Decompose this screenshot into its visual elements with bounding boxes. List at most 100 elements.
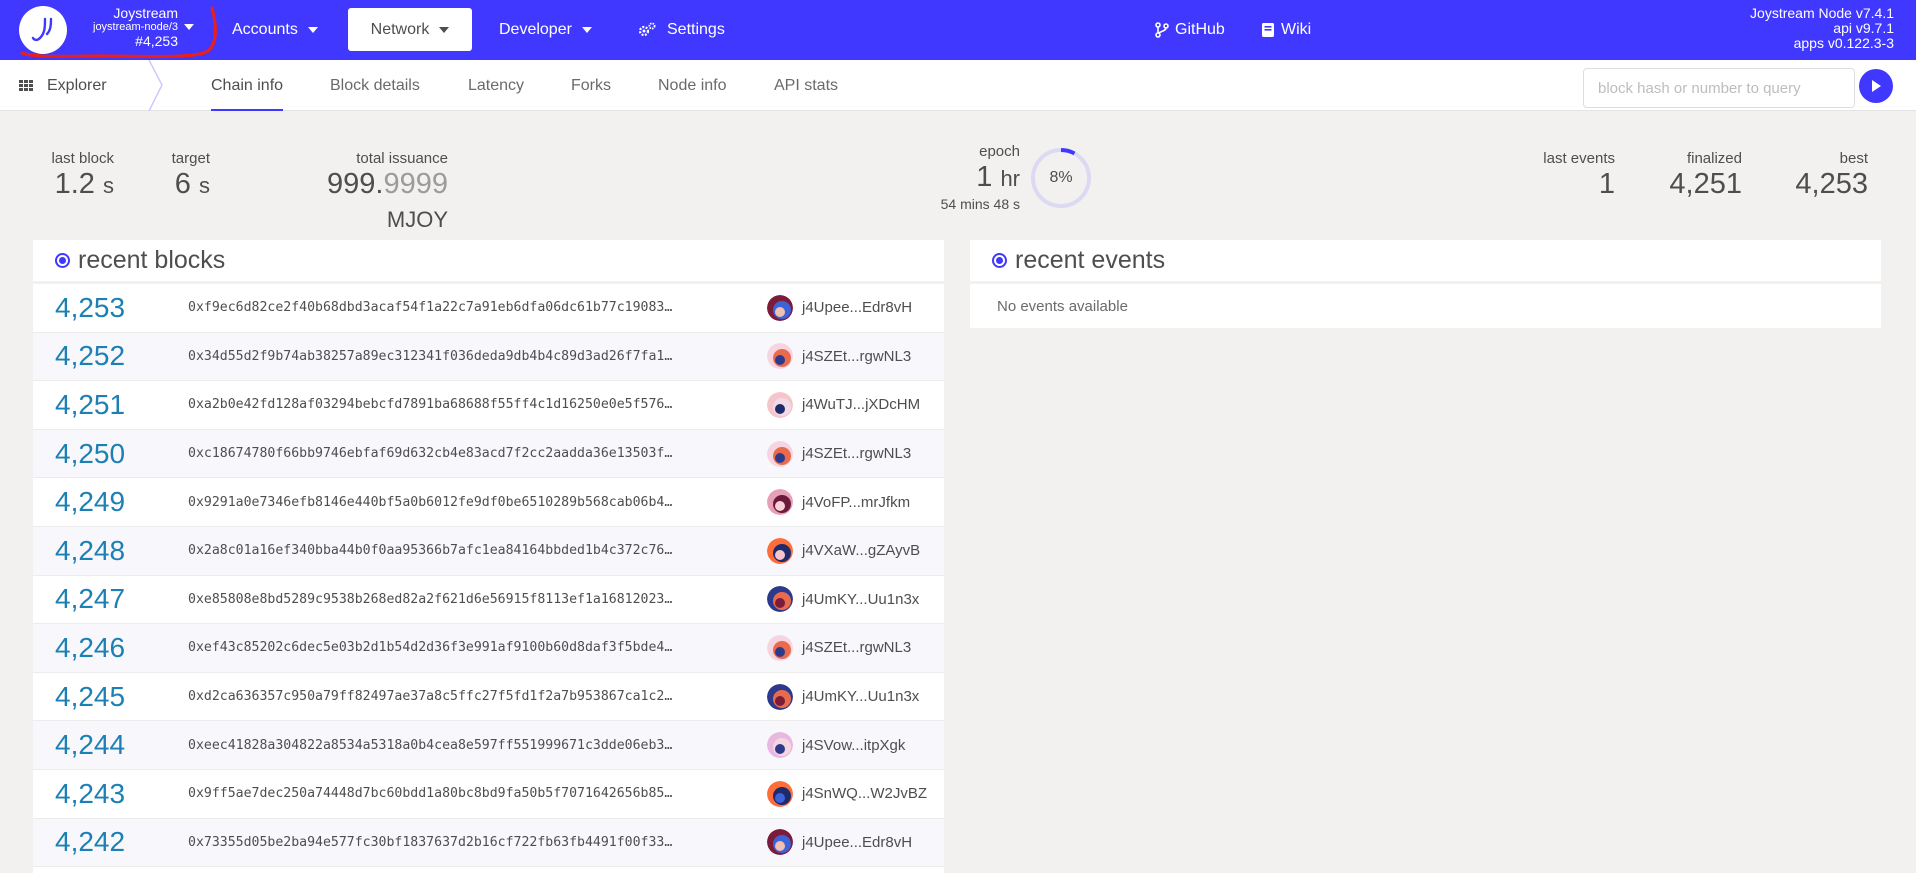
block-author[interactable]: j4UmKY...Uu1n3x [767, 586, 919, 613]
menu-network[interactable]: Network [348, 8, 472, 51]
block-author[interactable]: j4VXaW...gZAyvB [767, 537, 921, 564]
menu-github[interactable]: GitHub [1141, 8, 1239, 51]
block-number-link[interactable]: 4,253 [33, 292, 188, 324]
author-address: j4VoFP...mrJfkm [802, 493, 911, 511]
block-author[interactable]: j4SZEt...rgwNL3 [767, 343, 912, 370]
block-row[interactable]: 4,249 0x9291a0e7346efb8146e440bf5a0b6012f… [33, 478, 944, 527]
block-author[interactable]: j4WuTJ...jXDcHM [767, 391, 921, 418]
recent-events-header: recent events [970, 240, 1881, 284]
author-address: j4UmKY...Uu1n3x [802, 688, 920, 706]
block-row[interactable]: 4,242 0x73355d05be2ba94e577fc30bf1837637d… [33, 818, 944, 868]
identicon-avatar [767, 391, 793, 418]
block-author[interactable]: j4SVow...itpXgk [767, 732, 905, 759]
dot-circle-icon [55, 253, 70, 268]
tab-api-stats[interactable]: API stats [774, 60, 838, 111]
block-author[interactable]: j4UmKY...Uu1n3x [767, 683, 920, 710]
block-number-link[interactable]: 4,244 [33, 729, 188, 761]
author-address: j4SZEt...rgwNL3 [802, 347, 912, 365]
identicon-avatar [767, 537, 793, 564]
tab-chain-info[interactable]: Chain info [211, 60, 284, 111]
block-author[interactable]: j4Upee...Edr8vH [767, 294, 912, 321]
chevron-down-icon[interactable] [184, 24, 194, 30]
summary-value: 999.9999 MJOY [260, 167, 448, 237]
menu-developer[interactable]: Developer [485, 8, 606, 51]
summary-label: epoch [979, 143, 1020, 160]
identicon-shape [775, 452, 785, 463]
menu-settings[interactable]: Settings [623, 8, 739, 51]
identicon-avatar [767, 586, 793, 613]
block-hash: 0xef43c85202c6dec5e03b2d1b54d2d36f3e991a… [188, 640, 673, 656]
block-author[interactable]: j4Upee...Edr8vH [767, 829, 913, 856]
block-number-link[interactable]: 4,249 [33, 486, 188, 518]
chain-name: Joystream [113, 5, 178, 21]
block-row[interactable]: 4,250 0xc18674780f66bb9746ebfaf69d632cb4e… [33, 429, 944, 479]
block-row[interactable]: 4,251 0xa2b0e42fd128af03294bebcfd7891ba68… [33, 381, 944, 430]
tab-label: Forks [571, 76, 611, 94]
summary-value: 1.2 s [44, 167, 114, 203]
summary-target: target 6 s [160, 150, 210, 203]
tab-forks[interactable]: Forks [571, 60, 611, 111]
identicon-avatar [767, 489, 793, 516]
summary-best: best 4,253 [1780, 150, 1868, 201]
block-author[interactable]: j4SZEt...rgwNL3 [767, 634, 911, 661]
tab-node-info[interactable]: Node info [658, 60, 727, 111]
author-address: j4WuTJ...jXDcHM [802, 396, 921, 414]
block-author[interactable]: j4VoFP...mrJfkm [767, 489, 911, 516]
block-row[interactable]: 4,244 0xeec41828a304822a8534a5318a0b4cea8… [33, 721, 944, 770]
tab-latency[interactable]: Latency [468, 60, 524, 111]
menu-developer-label: Developer [499, 20, 572, 38]
identicon-graphic [767, 343, 793, 370]
summary-unit: s [103, 173, 114, 198]
explorer-section[interactable]: Explorer [19, 60, 107, 111]
block-row[interactable]: 4,253 0xf9ec6d82ce2f40b68dbd3acaf54f1a22c… [33, 284, 944, 333]
identicon-avatar [767, 343, 793, 370]
joystream-logo[interactable] [19, 6, 67, 54]
block-number-link[interactable]: 4,245 [33, 681, 188, 713]
no-events-message: No events available [997, 297, 1128, 315]
block-number-link[interactable]: 4,247 [33, 583, 188, 615]
block-number-link[interactable]: 4,242 [33, 826, 188, 858]
block-query-input[interactable] [1583, 68, 1855, 108]
block-hash: 0xd2ca636357c950a79ff82497ae37a8c5ffc27f… [188, 689, 673, 705]
breadcrumb-separator-icon [148, 60, 163, 111]
query-submit-button[interactable] [1859, 69, 1893, 103]
menu-accounts[interactable]: Accounts [218, 8, 332, 51]
joystream-logo-icon [31, 17, 53, 42]
block-row[interactable]: 4,252 0x34d55d2f9b74ab38257a89ec312341f03… [33, 332, 944, 382]
identicon-shape [775, 403, 785, 414]
author-address: j4Upee...Edr8vH [802, 833, 913, 851]
summary-number: 6 [174, 168, 191, 200]
block-number-link[interactable]: 4,252 [33, 340, 188, 372]
identicon-shape [775, 792, 785, 803]
chain-selector[interactable]: Joystream joystream-node/3 #4,253 [70, 6, 178, 48]
chevron-down-icon [581, 26, 592, 33]
block-row[interactable]: 4,246 0xef43c85202c6dec5e03b2d1b54d2d36f3… [33, 624, 944, 673]
block-author[interactable]: j4SZEt...rgwNL3 [767, 440, 912, 467]
identicon-avatar [767, 294, 793, 321]
summary-label: target [171, 150, 210, 167]
block-hash: 0x9291a0e7346efb8146e440bf5a0b6012fe9df0… [188, 494, 673, 510]
identicon-shape [775, 501, 785, 512]
api-version: api v9.7.1 [1833, 20, 1894, 36]
block-row[interactable]: 4,245 0xd2ca636357c950a79ff82497ae37a8c5f… [33, 673, 944, 722]
block-row[interactable]: 4,243 0x9ff5ae7dec250a74448d7bc60bdd1a80b… [33, 770, 944, 819]
block-number-link[interactable]: 4,246 [33, 632, 188, 664]
block-row[interactable]: 4,247 0xe85808e8bd5289c9538b268ed82a2f621… [33, 576, 944, 625]
tab-block-details[interactable]: Block details [330, 60, 420, 111]
block-row[interactable]: 4,248 0x2a8c01a16ef340bba44b0f0aa95366b7a… [33, 526, 944, 576]
recent-events-table: recent events No events available [970, 240, 1881, 328]
block-number-link[interactable]: 4,248 [33, 535, 188, 567]
block-hash: 0x2a8c01a16ef340bba44b0f0aa95366b7afc1ea… [188, 543, 673, 559]
summary-label: last block [51, 150, 114, 167]
author-address: j4SZEt...rgwNL3 [802, 445, 912, 463]
block-author[interactable]: j4SnWQ...W2JvBZ [767, 780, 927, 807]
summary-label: best [1839, 150, 1868, 167]
issuance-integer: 999. [327, 168, 384, 200]
author-address: j4VXaW...gZAyvB [802, 542, 921, 560]
menu-wiki-label: Wiki [1281, 20, 1312, 38]
block-number-link[interactable]: 4,243 [33, 778, 188, 810]
menu-wiki[interactable]: Wiki [1247, 8, 1325, 51]
block-number-link[interactable]: 4,251 [33, 389, 188, 421]
block-number-link[interactable]: 4,250 [33, 438, 188, 470]
block-hash: 0x9ff5ae7dec250a74448d7bc60bdd1a80bc8bd9… [188, 786, 673, 802]
